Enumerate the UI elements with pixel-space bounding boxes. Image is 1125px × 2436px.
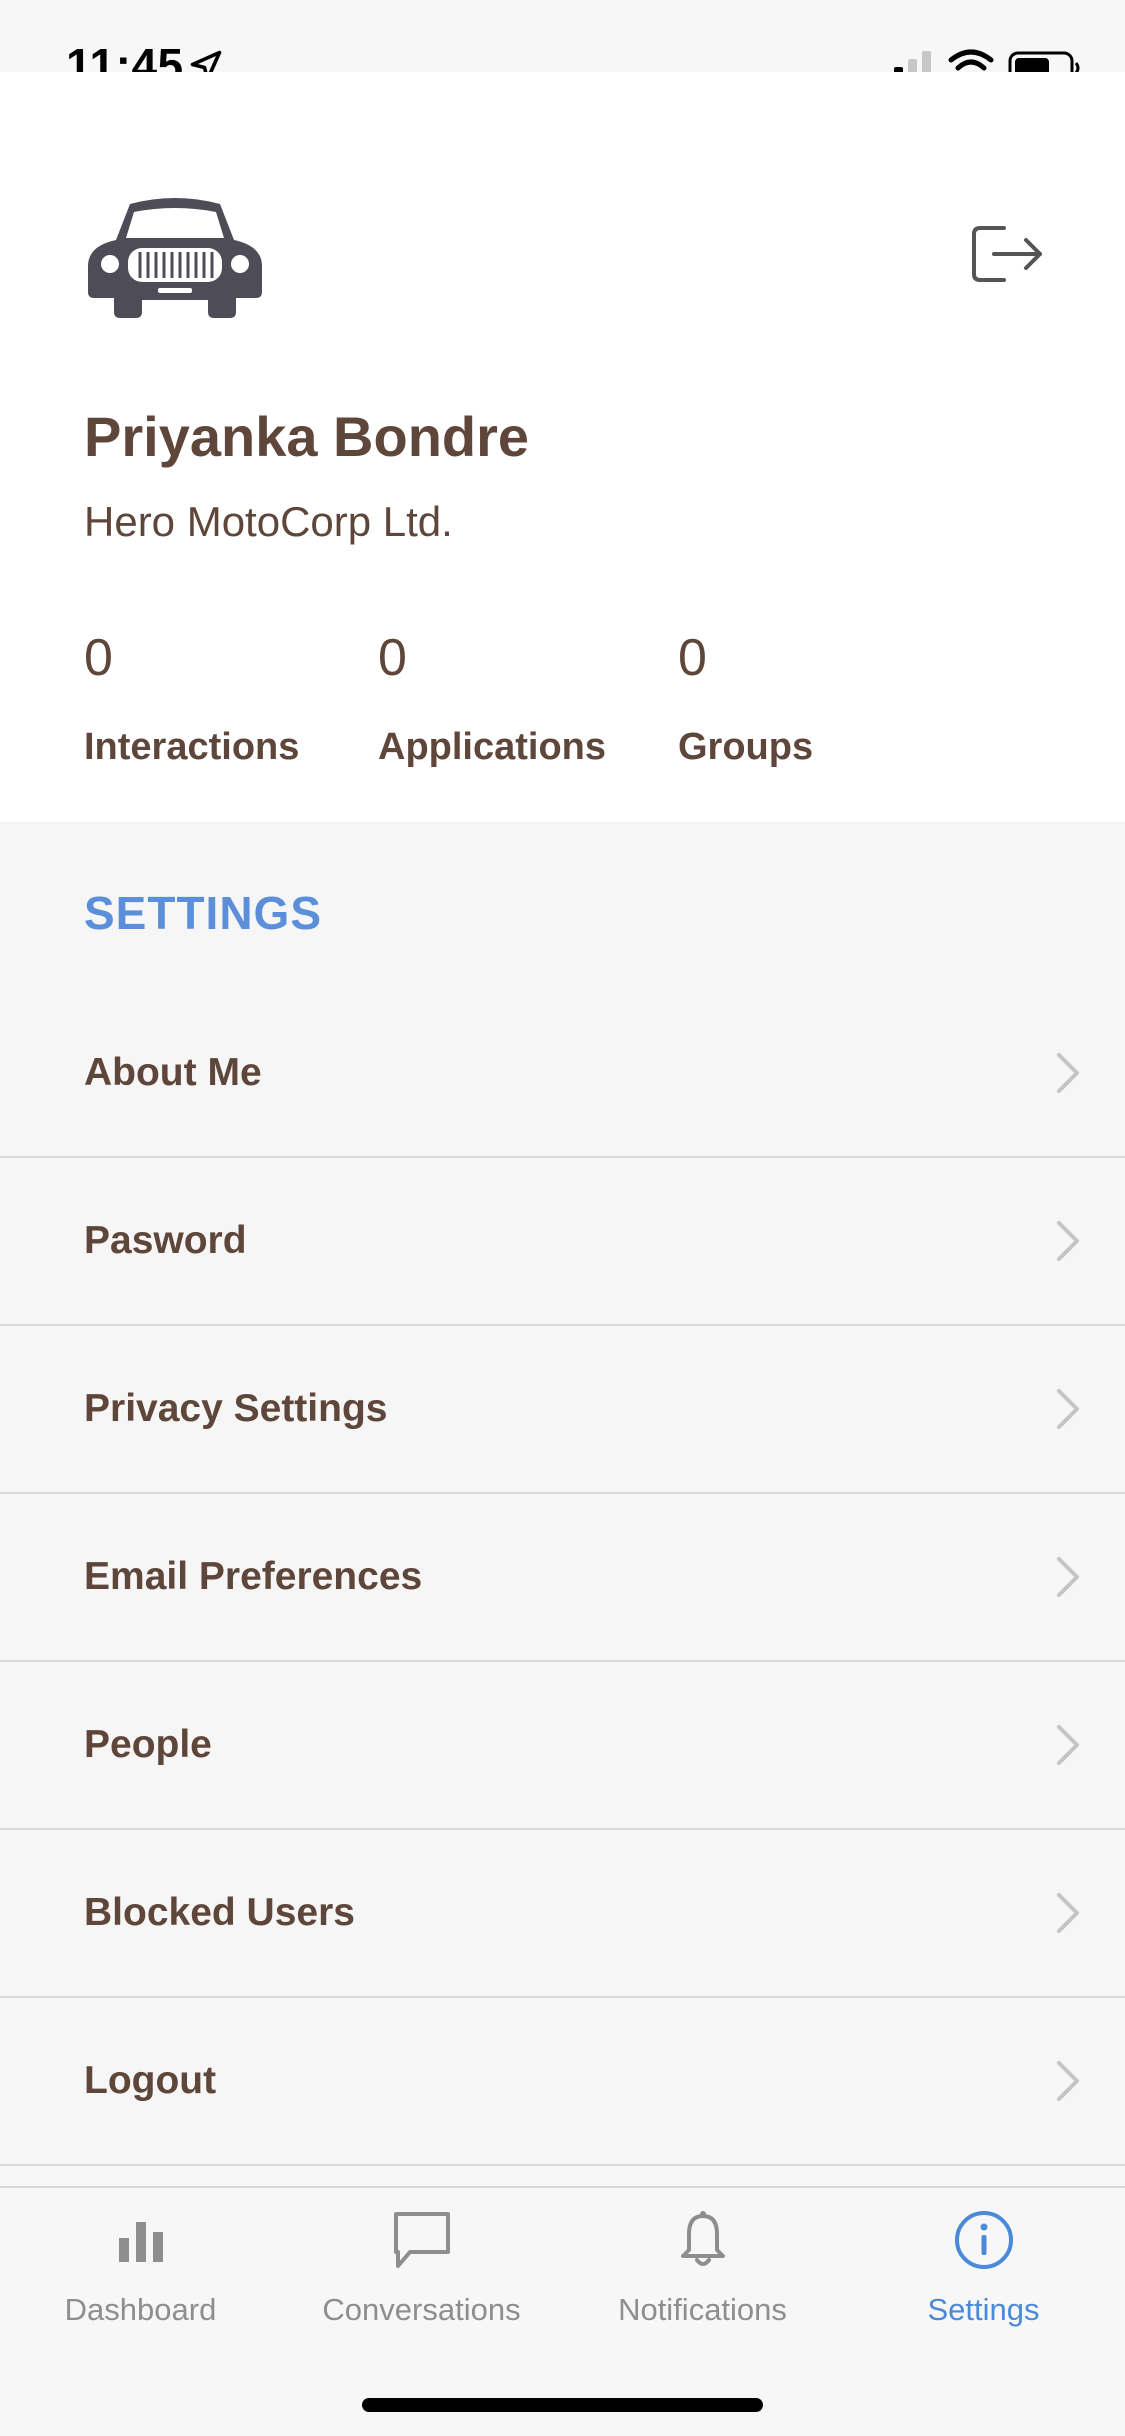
car-icon [88,198,262,318]
menu-item-logout[interactable]: Logout [0,1998,1125,2166]
company-name: Hero MotoCorp Ltd. [84,498,453,545]
tab-conversations[interactable]: Conversations [281,2208,562,2328]
stat-interactions[interactable]: 0 Interactions [84,632,299,769]
tab-bar: Dashboard Conversations Notifications Se… [0,2186,1125,2436]
tab-label: Dashboard [64,2292,217,2327]
stat-value: 0 [678,629,707,687]
chat-bubble-icon [393,2212,450,2268]
menu-item-label: Pasword [84,1219,247,1262]
chevron-right-icon [1057,1557,1079,1597]
bar-chart-icon [118,2222,163,2262]
menu-item-label: People [84,1723,212,1766]
profile-header: Priyanka Bondre Hero MotoCorp Ltd. 0 Int… [0,72,1125,822]
menu-item-label: Logout [84,2059,217,2102]
menu-item-blocked-users[interactable]: Blocked Users [0,1830,1125,1998]
chevron-right-icon [1057,1893,1079,1933]
status-bar: 11:45 [0,0,1125,91]
menu-item-privacy-settings[interactable]: Privacy Settings [0,1326,1125,1494]
stat-value: 0 [84,629,113,687]
sign-out-icon[interactable] [970,222,1046,286]
tab-label: Settings [927,2292,1040,2327]
info-icon [954,2211,1013,2269]
tab-dashboard[interactable]: Dashboard [0,2208,281,2328]
settings-heading: SETTINGS [84,887,323,939]
tab-label: Conversations [322,2292,521,2327]
user-name: Priyanka Bondre [84,405,530,468]
stat-groups[interactable]: 0 Groups [678,632,813,769]
stat-label: Interactions [84,726,300,768]
chevron-right-icon [1057,2061,1079,2101]
stat-label: Groups [678,726,814,768]
menu-item-about-me[interactable]: About Me [0,990,1125,1158]
stat-applications[interactable]: 0 Applications [378,632,606,769]
stat-label: Applications [378,726,607,768]
menu-item-label: Privacy Settings [84,1387,388,1430]
home-indicator [362,2398,763,2412]
tab-settings[interactable]: Settings [843,2208,1124,2328]
menu-item-label: Email Preferences [84,1555,423,1598]
tab-label: Notifications [618,2292,787,2327]
bell-icon [680,2211,725,2266]
menu-item-label: About Me [84,1051,262,1094]
chevron-right-icon [1057,1053,1079,1093]
stat-value: 0 [378,629,407,687]
menu-item-password[interactable]: Pasword [0,1158,1125,1326]
menu-item-people[interactable]: People [0,1662,1125,1830]
settings-section: SETTINGS About Me Pasword Privacy Settin… [0,822,1125,2186]
settings-menu: About Me Pasword Privacy Settings Email … [0,990,1125,2166]
chevron-right-icon [1057,1221,1079,1261]
tab-notifications[interactable]: Notifications [562,2208,843,2328]
menu-item-label: Blocked Users [84,1891,355,1934]
chevron-right-icon [1057,1725,1079,1765]
menu-item-email-preferences[interactable]: Email Preferences [0,1494,1125,1662]
chevron-right-icon [1057,1389,1079,1429]
